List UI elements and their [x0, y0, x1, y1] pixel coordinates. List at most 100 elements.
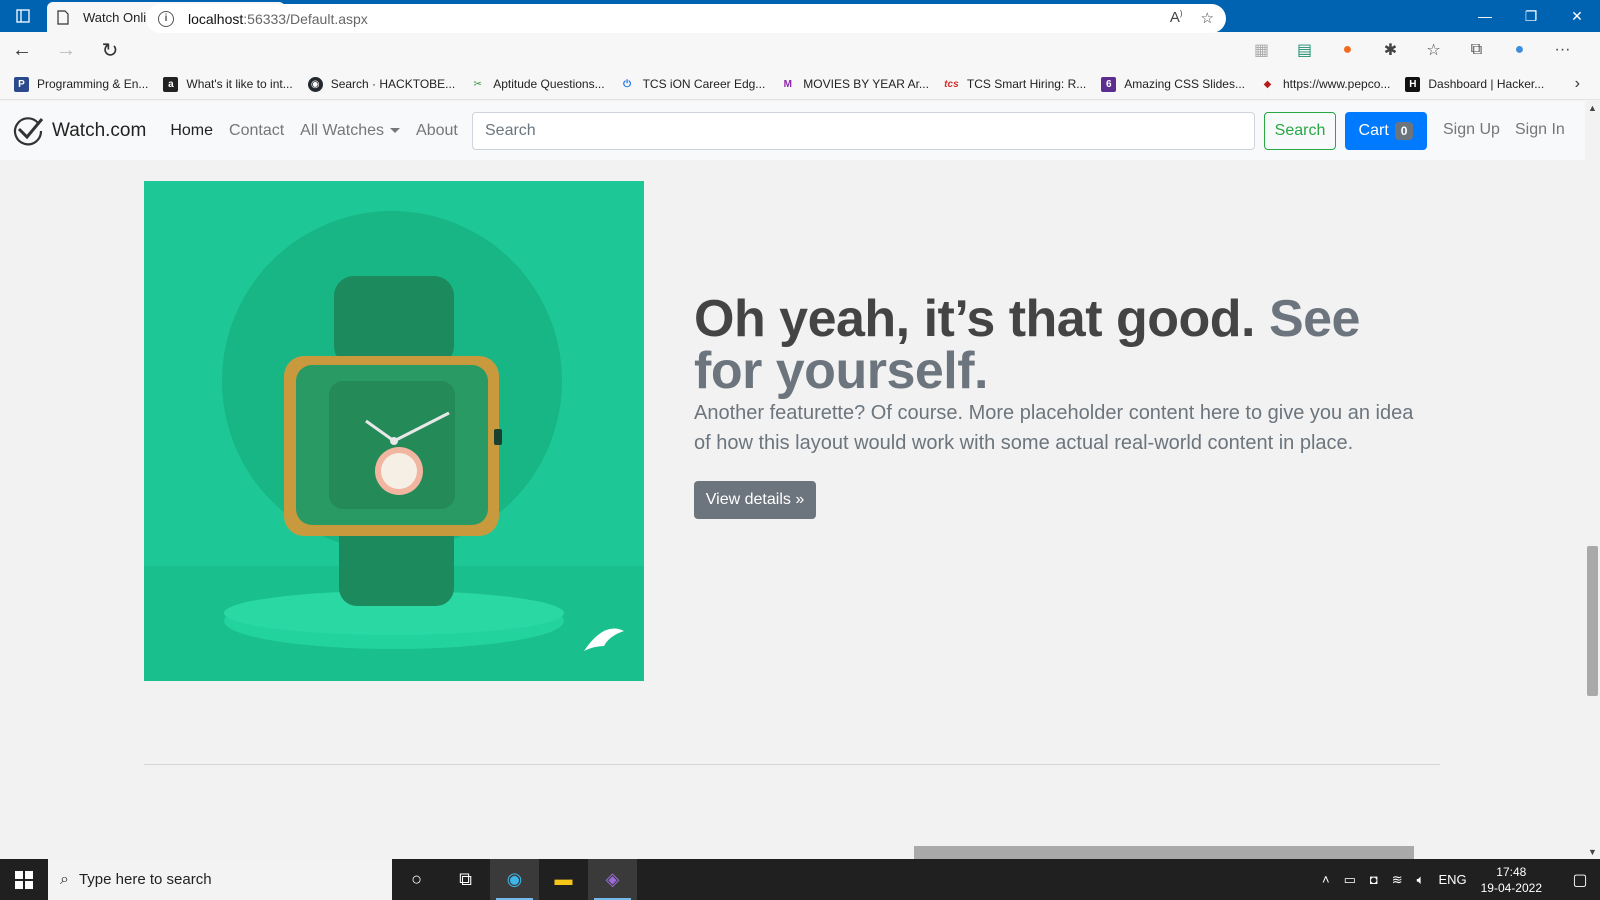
cortana-icon[interactable]: ○ [392, 859, 441, 900]
bookmarks-bar: P Programming & En... a What's it like to … [0, 69, 1600, 100]
bookmark-item[interactable]: 6 Amazing CSS Slides... [1101, 76, 1245, 92]
featured-watch-image [144, 181, 644, 681]
taskbar-search-box[interactable]: ⌕ Type here to search [48, 859, 392, 900]
nav-home[interactable]: Home [170, 122, 213, 140]
nav-about[interactable]: About [416, 122, 458, 140]
bookmark-indiabix-icon: ✂ [473, 78, 482, 90]
page-viewport: Watch.com Home Contact All Watches About… [0, 101, 1585, 859]
bookmark-item[interactable]: H Dashboard | Hacker... [1405, 76, 1545, 92]
scrollbar-thumb[interactable] [1587, 546, 1598, 696]
bookmark-item[interactable]: M MOVIES BY YEAR Ar... [780, 77, 929, 92]
extension-grid-icon[interactable]: ▦ [1240, 36, 1283, 64]
favorites-icon[interactable]: ☆ [1412, 36, 1455, 64]
bookmark-label: What's it like to int... [186, 77, 293, 91]
restore-icon[interactable]: ❐ [1508, 0, 1554, 32]
extensions-icon[interactable]: ✱ [1369, 36, 1412, 64]
tab-actions-icon[interactable] [0, 0, 46, 32]
bookmark-item[interactable]: ◆ https://www.pepco... [1260, 77, 1391, 92]
bookmark-label: https://www.pepco... [1282, 77, 1391, 91]
cart-button[interactable]: Cart 0 [1345, 112, 1427, 150]
bookmark-github-icon: ◉ [307, 76, 323, 92]
sign-in-link[interactable]: Sign In [1515, 121, 1565, 139]
bookmark-label: MOVIES BY YEAR Ar... [803, 77, 929, 91]
search-input[interactable] [472, 112, 1255, 150]
bookmark-label: Amazing CSS Slides... [1124, 77, 1245, 91]
battery-icon[interactable]: ▭ [1344, 872, 1356, 888]
bookmark-label: Search · HACKTOBE... [330, 77, 456, 91]
cart-label: Cart [1358, 122, 1389, 139]
nav-all-watches-label: All Watches [300, 121, 385, 139]
visual-studio-icon[interactable]: ◈ [588, 859, 637, 900]
featurette-divider [144, 764, 1440, 765]
close-window-icon[interactable]: ✕ [1554, 0, 1600, 32]
extensions-bar: ▦ ▤ ● ✱ ☆ ⧉ ● ··· [1240, 36, 1584, 64]
bookmark-item[interactable]: ⏻ TCS iON Career Edg... [620, 77, 765, 92]
extension-sheet-icon[interactable]: ▤ [1283, 36, 1326, 64]
scroll-down-icon[interactable]: ▼ [1588, 847, 1597, 857]
forward-icon[interactable]: → [44, 32, 88, 69]
back-icon[interactable]: ← [0, 32, 44, 69]
bookmark-label: Programming & En... [37, 77, 149, 91]
clock[interactable]: 17:48 19-04-2022 [1481, 864, 1542, 896]
refresh-icon[interactable]: ↻ [88, 32, 132, 69]
volume-icon[interactable]: 🔈︎ [1417, 872, 1425, 888]
clock-date: 19-04-2022 [1480, 880, 1542, 895]
nav-contact[interactable]: Contact [229, 122, 284, 140]
bookmark-six-icon: 6 [1101, 76, 1117, 92]
language-indicator[interactable]: ENG [1438, 872, 1466, 887]
site-info-icon[interactable]: i [158, 10, 174, 27]
nav-all-watches-dropdown[interactable]: All Watches [300, 121, 401, 140]
notifications-icon[interactable]: ▢ [1560, 870, 1600, 890]
bookmark-label: Aptitude Questions... [493, 77, 605, 91]
profile-icon[interactable]: ● [1498, 36, 1541, 64]
view-details-button[interactable]: View details » [694, 481, 816, 519]
bookmark-programming-icon: P [14, 76, 29, 92]
caret-down-icon [390, 127, 401, 133]
bookmark-gmail-icon: M [783, 78, 792, 90]
search-button[interactable]: Search [1264, 112, 1336, 150]
task-view-icon[interactable]: ⧉ [441, 859, 490, 900]
bookmark-cube-icon: ◆ [1263, 78, 1272, 90]
bookmark-label: Dashboard | Hacker... [1428, 77, 1545, 91]
collections-icon[interactable]: ⧉ [1455, 36, 1498, 64]
windows-start-icon[interactable] [0, 859, 48, 900]
checkmark-logo-icon [13, 116, 44, 145]
bookmark-item[interactable]: ◉ Search · HACKTOBE... [307, 76, 456, 92]
bookmark-item[interactable]: ✂ Aptitude Questions... [470, 77, 604, 92]
windows-taskbar: ⌕ Type here to search ○ ⧉ ◉ ▬ ◈ ˄ ▭ ◘ ≋ … [0, 859, 1600, 900]
address-bar[interactable]: i localhost:56333/Default.aspx A) ☆ [146, 4, 1226, 33]
bookmark-item[interactable]: P Programming & En... [14, 76, 149, 92]
brand[interactable]: Watch.com [12, 115, 146, 147]
horizontal-scrollbar-thumb[interactable] [914, 846, 1414, 859]
sign-up-link[interactable]: Sign Up [1443, 121, 1500, 139]
scroll-up-icon[interactable]: ▲ [1588, 103, 1597, 113]
brand-name: Watch.com [52, 119, 147, 141]
settings-more-icon[interactable]: ··· [1541, 36, 1584, 64]
bookmark-amazon-icon: a [163, 76, 179, 92]
cart-count-badge: 0 [1394, 122, 1414, 140]
chevron-right-icon[interactable]: › [1575, 75, 1580, 93]
read-aloud-icon[interactable]: A) [1170, 9, 1183, 27]
extension-orange-icon[interactable]: ● [1326, 36, 1369, 64]
add-favorite-icon[interactable]: ☆ [1201, 9, 1214, 27]
url-path: :56333/Default.aspx [243, 10, 368, 27]
featurette-lead: Another featurette? Of course. More plac… [694, 402, 1414, 454]
bookmark-tcs-icon: tcs [944, 78, 959, 90]
system-tray: ˄ ▭ ◘ ≋ 🔈︎ ENG 17:48 19-04-2022 ▢ [1322, 859, 1600, 900]
bookmark-item[interactable]: a What's it like to int... [163, 76, 293, 92]
page-icon [57, 9, 71, 25]
search-icon: ⌕ [60, 870, 69, 888]
webcam-icon[interactable]: ◘ [1370, 872, 1378, 887]
edge-browser-icon[interactable]: ◉ [490, 859, 539, 900]
chevron-up-icon[interactable]: ˄ [1322, 872, 1330, 887]
minimize-icon[interactable]: — [1462, 0, 1508, 32]
clock-time: 17:48 [1496, 864, 1527, 879]
featurette-heading: Oh yeah, it’s that good. See for yoursel… [694, 293, 1434, 397]
wifi-icon[interactable]: ≋ [1392, 872, 1403, 888]
featurette-heading-main: Oh yeah, it’s that good. [694, 290, 1256, 348]
taskbar-search-placeholder: Type here to search [78, 871, 212, 888]
vertical-scrollbar[interactable]: ▲ ▼ [1585, 101, 1600, 859]
bookmark-item[interactable]: tcs TCS Smart Hiring: R... [944, 77, 1086, 92]
bookmark-power-icon: ⏻ [623, 78, 632, 90]
file-explorer-icon[interactable]: ▬ [539, 859, 588, 900]
